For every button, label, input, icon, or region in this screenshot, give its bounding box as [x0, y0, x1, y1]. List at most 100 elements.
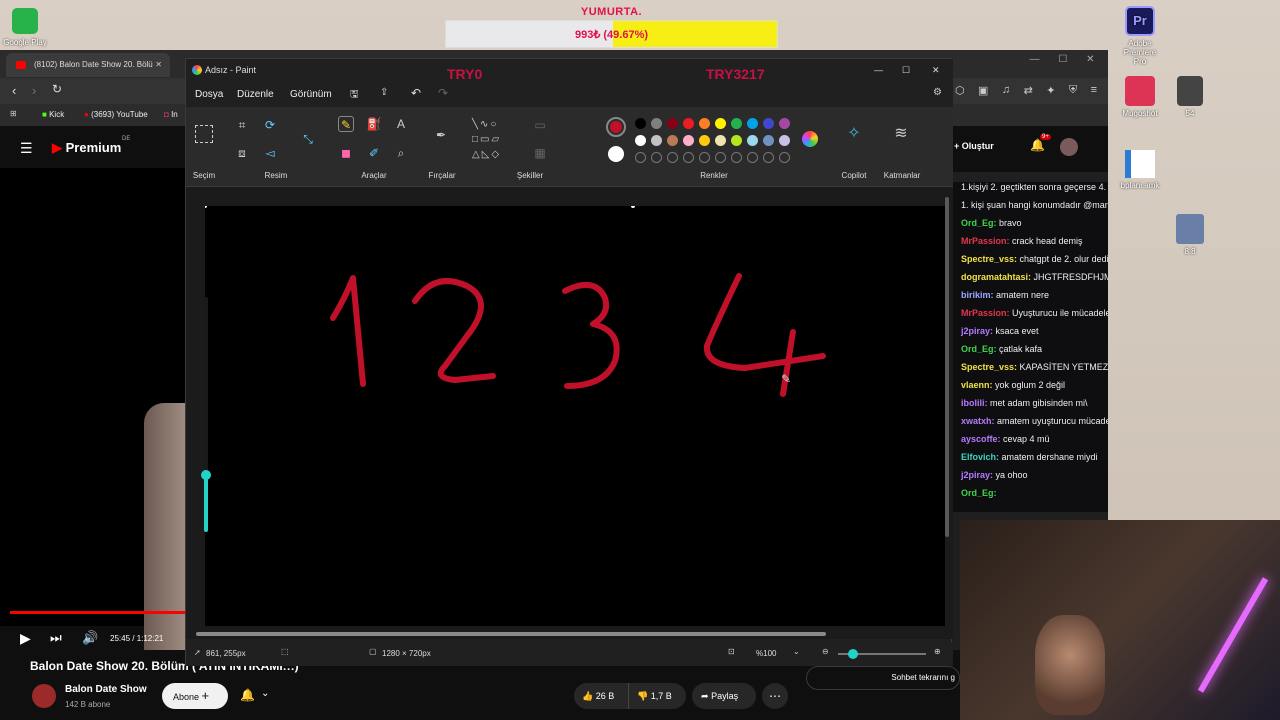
chat-username[interactable]: birikim: — [961, 290, 994, 300]
palette-empty-slot[interactable] — [651, 152, 662, 163]
settings-icon[interactable]: ⚙ — [933, 87, 942, 98]
palette-swatch[interactable] — [763, 135, 774, 146]
next-icon[interactable]: ⏭ — [50, 630, 62, 646]
chat-username[interactable]: vlaenn: — [961, 380, 993, 390]
chat-username[interactable]: j2piray: — [961, 470, 993, 480]
close-tab-icon[interactable]: ✕ — [155, 53, 162, 77]
notification-icon[interactable]: 🔔 — [1030, 138, 1045, 152]
chat-username[interactable]: xwatxh: — [961, 416, 995, 426]
canvas-handle-left[interactable] — [203, 204, 207, 208]
maximize-icon[interactable]: ☐ — [1058, 54, 1067, 65]
chat-username[interactable]: MrPassion: — [961, 236, 1010, 246]
forward-icon[interactable]: › — [32, 83, 36, 98]
rotate-icon[interactable]: ⟳ — [262, 117, 278, 133]
menu-edit[interactable]: Düzenle — [237, 89, 274, 100]
bookmark-instagram[interactable]: ◘ In — [164, 110, 178, 119]
brush-size-slider[interactable] — [201, 297, 211, 532]
palette-empty-slot[interactable] — [715, 152, 726, 163]
dislike-button[interactable]: 👎 1,7 B — [628, 683, 686, 709]
tab-youtube[interactable]: (8102) Balon Date Show 20. Bölü ✕ — [6, 53, 170, 77]
flip-icon[interactable]: ⧈ — [234, 145, 250, 161]
brush-icon[interactable]: ✒ — [433, 127, 449, 143]
palette-empty-slot[interactable] — [779, 152, 790, 163]
hamburger-icon[interactable]: ☰ — [20, 140, 33, 157]
select-icon[interactable] — [195, 125, 213, 143]
palette-swatch[interactable] — [763, 118, 774, 129]
palette-swatch[interactable] — [635, 135, 646, 146]
palette-empty-slot[interactable] — [747, 152, 758, 163]
translate-icon[interactable]: ⇄ — [1024, 84, 1033, 97]
palette-swatch[interactable] — [779, 118, 790, 129]
vertical-scrollbar[interactable] — [945, 197, 949, 537]
minimize-icon[interactable]: — — [874, 59, 883, 81]
chat-username[interactable]: ibolili: — [961, 398, 988, 408]
zoom-out-icon[interactable]: ⊖ — [822, 647, 829, 656]
layers-icon[interactable]: ≋ — [893, 126, 909, 142]
palette-empty-slot[interactable] — [731, 152, 742, 163]
palette-empty-slot[interactable] — [763, 152, 774, 163]
edit-colors-icon[interactable] — [802, 131, 818, 147]
menu-view[interactable]: Görünüm — [290, 89, 332, 100]
bookmark-kick[interactable]: ■ Kick — [42, 110, 64, 119]
fill-icon[interactable]: ⛽ — [366, 116, 382, 132]
zoom-slider-thumb[interactable] — [848, 649, 858, 659]
primary-color[interactable] — [606, 117, 626, 137]
drawing-canvas[interactable]: ✎ — [203, 204, 945, 626]
share-button[interactable]: ➦ Paylaş — [692, 683, 756, 709]
undo-icon[interactable]: ↶ — [411, 86, 421, 100]
zoom-in-icon[interactable]: ⊕ — [934, 647, 941, 656]
palette-empty-slot[interactable] — [635, 152, 646, 163]
outline-icon[interactable]: ▭ — [532, 117, 548, 133]
google-play-shortcut[interactable]: Google Play — [2, 8, 48, 47]
channel-name[interactable]: Balon Date Show — [65, 684, 147, 695]
palette-swatch[interactable] — [699, 135, 710, 146]
apps-icon[interactable]: ⊞ — [10, 109, 17, 118]
palette-swatch[interactable] — [699, 118, 710, 129]
video-player[interactable] — [0, 168, 186, 693]
chat-replay-button[interactable]: Sohbet tekrarını g — [806, 666, 960, 690]
palette-swatch[interactable] — [731, 118, 742, 129]
eraser-icon[interactable]: ◼ — [338, 145, 354, 161]
subscribe-button[interactable]: Abone + — [162, 683, 228, 709]
shapes-gallery[interactable]: ╲∿○ □▭▱ △◺◇ — [472, 117, 520, 165]
horizontal-scrollbar[interactable] — [196, 632, 826, 636]
chat-username[interactable]: Ord_Eg: — [961, 344, 997, 354]
palette-swatch[interactable] — [667, 135, 678, 146]
palette-empty-slot[interactable] — [667, 152, 678, 163]
chat-username[interactable]: Ord_Eg: — [961, 218, 997, 228]
chevron-down-icon[interactable]: ⌄ — [261, 688, 269, 699]
canvas-handle-top[interactable] — [631, 204, 635, 208]
chat-username[interactable]: Spectre_vss: — [961, 362, 1017, 372]
crop-icon[interactable]: ⌗ — [234, 117, 250, 133]
shape-fill-icon[interactable]: ▦ — [532, 145, 548, 161]
shield-icon[interactable]: ⛨ — [1069, 84, 1077, 97]
zoom-slider[interactable] — [838, 649, 926, 659]
close-icon[interactable]: ✕ — [932, 59, 940, 81]
premiere-shortcut[interactable]: Pr Adobe Premiere Pro — [1118, 6, 1162, 66]
chat-username[interactable]: Elfovich: — [961, 452, 999, 462]
palette-swatch[interactable] — [683, 135, 694, 146]
secondary-color[interactable] — [608, 146, 624, 162]
play-icon[interactable]: ▶ — [20, 630, 31, 647]
palette-empty-slot[interactable] — [683, 152, 694, 163]
puzzle-icon[interactable]: ✦ — [1046, 84, 1055, 97]
palette-swatch[interactable] — [715, 118, 726, 129]
zoom-value[interactable]: %100 — [756, 649, 776, 658]
redo-icon[interactable]: ↷ — [438, 86, 448, 100]
picker-icon[interactable]: ✐ — [366, 145, 382, 161]
fit-screen-icon[interactable]: ⊡ — [728, 647, 735, 656]
screenshot-icon[interactable]: ▣ — [978, 84, 988, 97]
doc-shortcut[interactable]: bplani.amk — [1118, 150, 1162, 190]
chat-username[interactable]: MrPassion: — [961, 308, 1010, 318]
back-icon[interactable]: ‹ — [12, 83, 16, 98]
mugoshot-shortcut[interactable]: Mugoshot — [1118, 76, 1162, 118]
close-icon[interactable]: ✕ — [1086, 54, 1094, 65]
menu-file[interactable]: Dosya — [195, 89, 223, 100]
palette-swatch[interactable] — [651, 135, 662, 146]
reload-icon[interactable]: ↻ — [52, 82, 62, 96]
image-resize-icon[interactable]: ⤡ — [300, 131, 316, 147]
maximize-icon[interactable]: ☐ — [902, 59, 910, 81]
chat-username[interactable]: dogramatahtasi: — [961, 272, 1031, 282]
minimize-icon[interactable]: — — [1029, 54, 1039, 65]
music-icon[interactable]: ♫ — [1002, 84, 1010, 97]
